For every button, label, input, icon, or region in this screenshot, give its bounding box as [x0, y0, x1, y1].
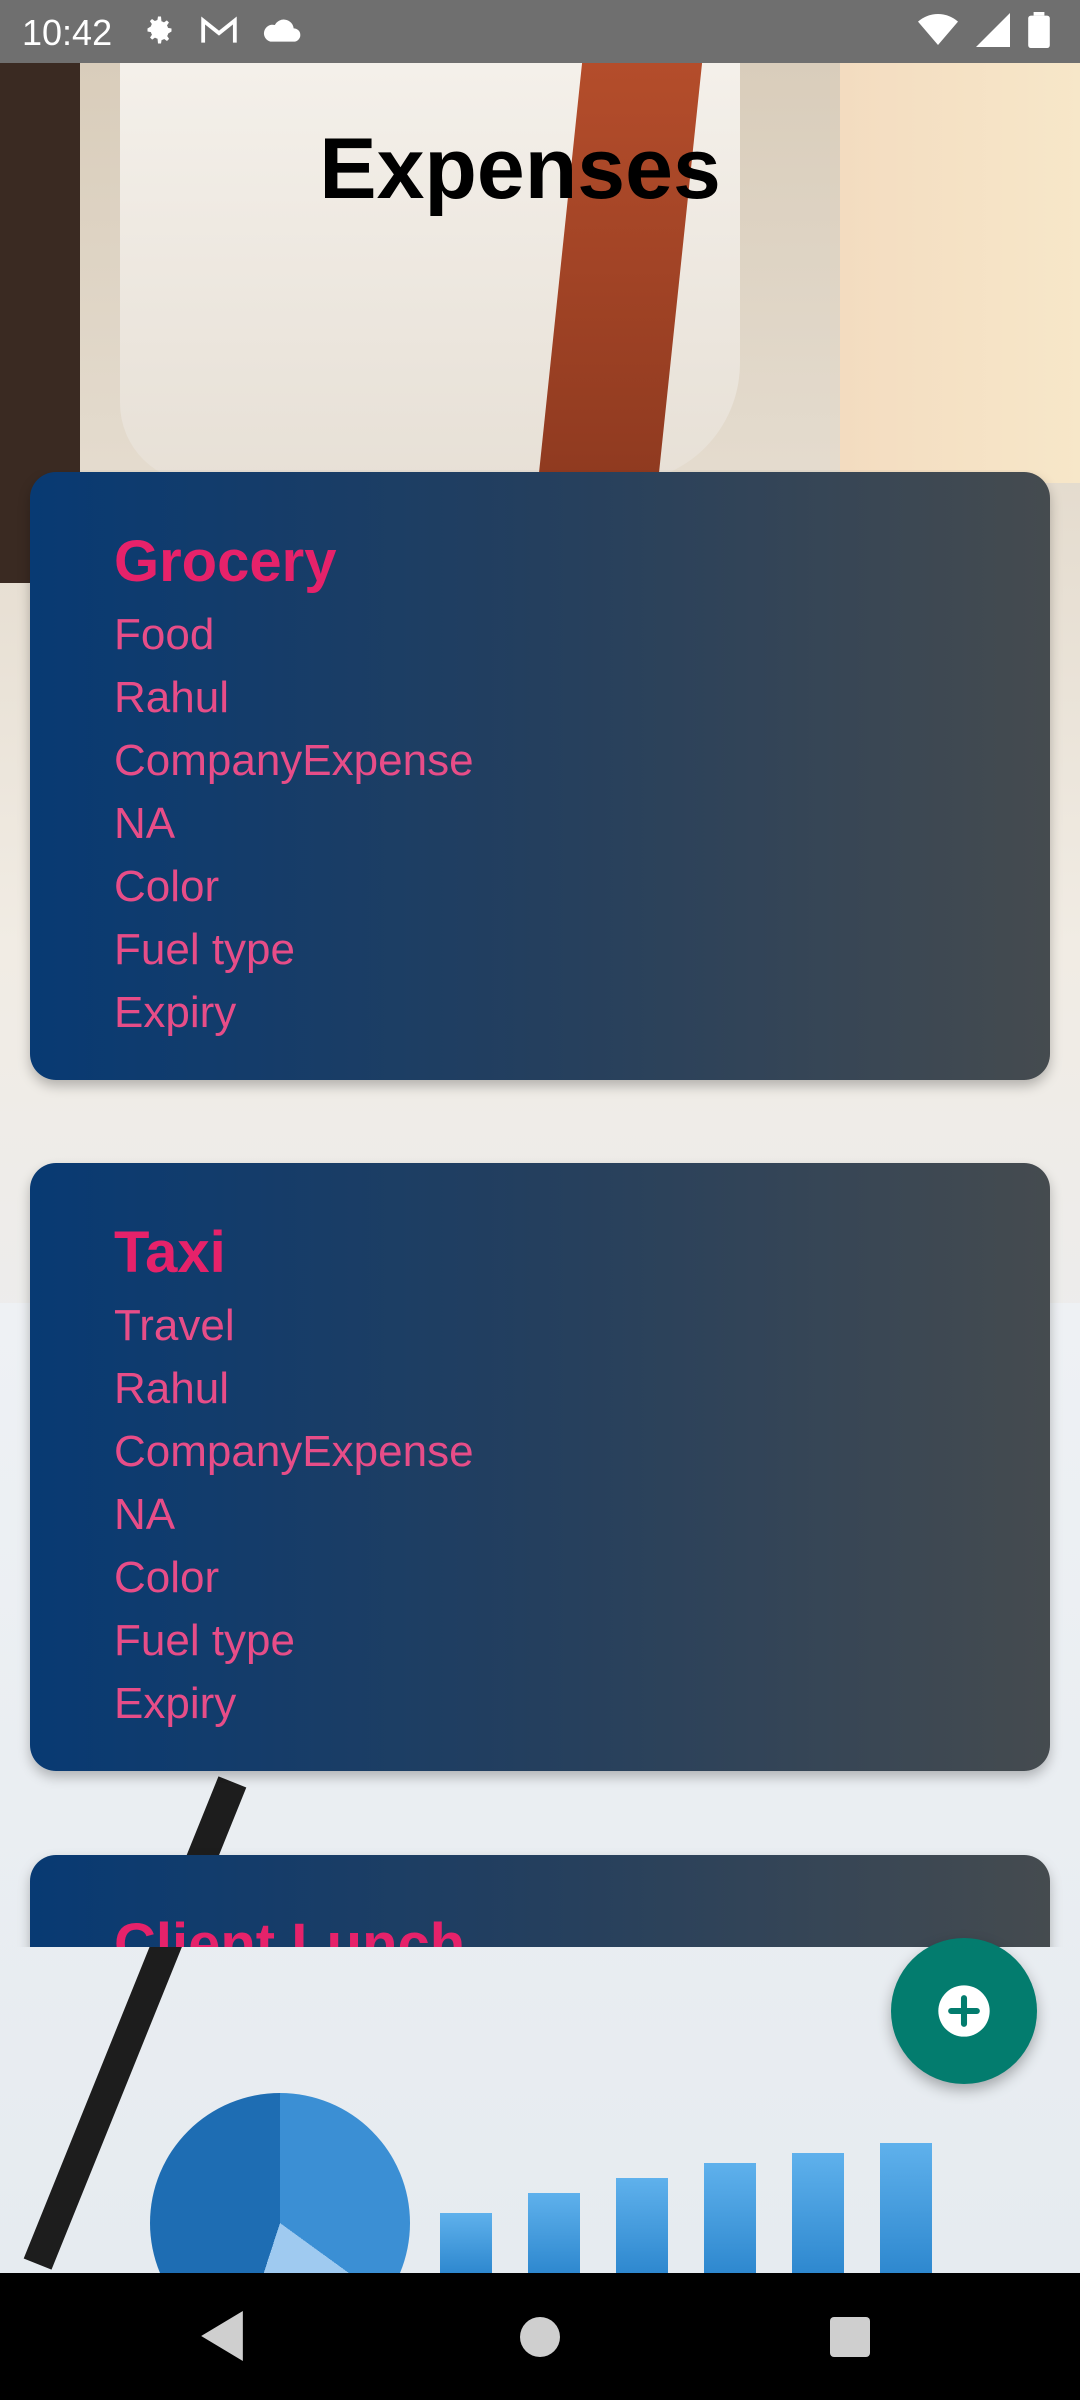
expense-expiry: Expiry	[114, 988, 237, 1037]
expense-category: Food	[114, 610, 215, 659]
expense-type: CompanyExpense	[114, 736, 474, 785]
signal-icon	[976, 13, 1010, 47]
expense-fuel-type: Fuel type	[114, 925, 295, 974]
expense-expiry: Expiry	[114, 1679, 237, 1728]
page-title: Expenses	[319, 121, 721, 217]
expense-person: Rahul	[114, 673, 229, 722]
recents-icon[interactable]	[830, 2317, 870, 2357]
gear-icon	[147, 16, 172, 44]
expense-card[interactable]: Client Lunch	[30, 1855, 1050, 1947]
expense-title: Taxi	[114, 1220, 226, 1285]
expense-color: Color	[114, 1553, 220, 1602]
gmail-icon	[201, 16, 237, 43]
expense-list[interactable]: Grocery Food Rahul CompanyExpense NA Col…	[0, 470, 1080, 1947]
expense-color: Color	[114, 862, 220, 911]
status-time: 10:42	[22, 12, 113, 53]
back-icon[interactable]	[200, 2311, 244, 2361]
wifi-icon	[918, 14, 958, 45]
expense-person: Rahul	[114, 1364, 229, 1413]
expense-card[interactable]: Taxi Travel Rahul CompanyExpense NA Colo…	[30, 1163, 1050, 1771]
expense-type: CompanyExpense	[114, 1427, 474, 1476]
battery-icon	[1028, 12, 1050, 48]
expense-card[interactable]: Grocery Food Rahul CompanyExpense NA Col…	[30, 472, 1050, 1080]
status-bar: 10:42	[0, 0, 1080, 63]
home-icon[interactable]	[520, 2317, 560, 2357]
expense-title: Grocery	[114, 529, 337, 594]
expense-title: Client Lunch	[114, 1912, 466, 1947]
status-icons-left	[140, 12, 302, 48]
status-icons-right	[918, 12, 1050, 48]
expense-fuel-type: Fuel type	[114, 1616, 295, 1665]
expense-note: NA	[114, 799, 176, 848]
navigation-bar	[0, 2273, 1080, 2400]
add-expense-button[interactable]	[891, 1938, 1037, 2084]
expense-note: NA	[114, 1490, 176, 1539]
expense-category: Travel	[114, 1301, 235, 1350]
cloud-icon	[263, 19, 301, 42]
add-icon	[938, 1985, 990, 2037]
